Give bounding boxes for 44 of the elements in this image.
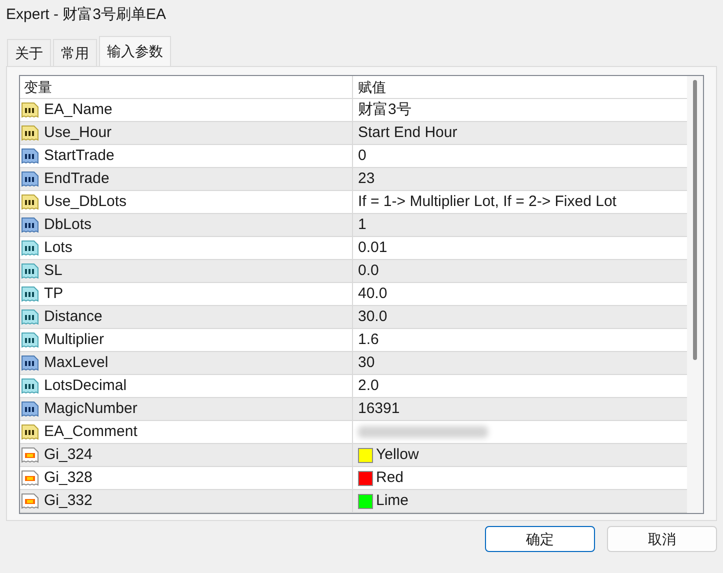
parameter-name: EndTrade xyxy=(44,168,110,189)
parameter-name: Distance xyxy=(44,306,102,327)
parameter-value[interactable]: Start End Hour xyxy=(358,122,458,144)
parameter-name: Use_DbLots xyxy=(44,192,127,212)
parameter-name: SL xyxy=(44,260,62,281)
parameter-value[interactable]: 2.0 xyxy=(358,374,379,398)
parameter-value[interactable]: 23 xyxy=(358,168,375,190)
parameter-value[interactable]: 0 xyxy=(358,144,366,168)
parameter-value[interactable]: 1.6 xyxy=(358,328,379,352)
parameter-value[interactable]: Yellow xyxy=(376,444,419,466)
parameter-name: EA_Name xyxy=(44,100,112,120)
parameter-name: MagicNumber xyxy=(44,398,138,419)
parameter-value[interactable]: 0.01 xyxy=(358,236,388,260)
tab[interactable]: 常用 xyxy=(53,39,97,66)
parameter-name: TP xyxy=(44,284,64,304)
dialog-button[interactable]: 确定 xyxy=(485,526,595,552)
parameter-value[interactable]: 30.0 xyxy=(358,306,388,328)
parameter-name: Lots xyxy=(44,238,72,258)
parameter-value[interactable]: 30 xyxy=(358,352,375,374)
parameter-value[interactable]: 0.0 xyxy=(358,260,379,282)
parameter-value[interactable]: If = 1-> Multiplier Lot, If = 2-> Fixed Lot xyxy=(358,190,616,214)
parameter-value[interactable]: 1 xyxy=(358,214,366,236)
parameter-name: StartTrade xyxy=(44,146,114,166)
parameter-name: Multiplier xyxy=(44,330,104,350)
parameter-value[interactable]: 16391 xyxy=(358,398,400,420)
tab[interactable]: 输入参数 xyxy=(99,36,171,66)
parameter-value[interactable]: Lime xyxy=(376,490,409,512)
parameter-value[interactable]: 40.0 xyxy=(358,282,388,306)
parameter-name: MaxLevel xyxy=(44,352,108,373)
column-header[interactable]: 变量 xyxy=(20,76,353,98)
parameter-name: LotsDecimal xyxy=(44,376,127,396)
parameter-name: Gi_328 xyxy=(44,468,92,488)
parameter-name: DbLots xyxy=(44,214,92,235)
dialog-button[interactable]: 取消 xyxy=(607,526,717,552)
window-title: Expert - 财富3号刷单EA xyxy=(6,4,166,25)
tab[interactable]: 关于 xyxy=(7,39,51,66)
parameter-value[interactable]: Red xyxy=(376,466,404,490)
parameter-name: Gi_332 xyxy=(44,490,92,511)
scrollbar[interactable] xyxy=(687,76,703,513)
parameter-name: Use_Hour xyxy=(44,122,112,143)
parameter-name: Gi_324 xyxy=(44,444,92,465)
parameter-value[interactable]: 财富3号 xyxy=(358,98,412,122)
column-header[interactable]: 赋值 xyxy=(353,76,687,98)
parameter-name: EA_Comment xyxy=(44,422,138,442)
